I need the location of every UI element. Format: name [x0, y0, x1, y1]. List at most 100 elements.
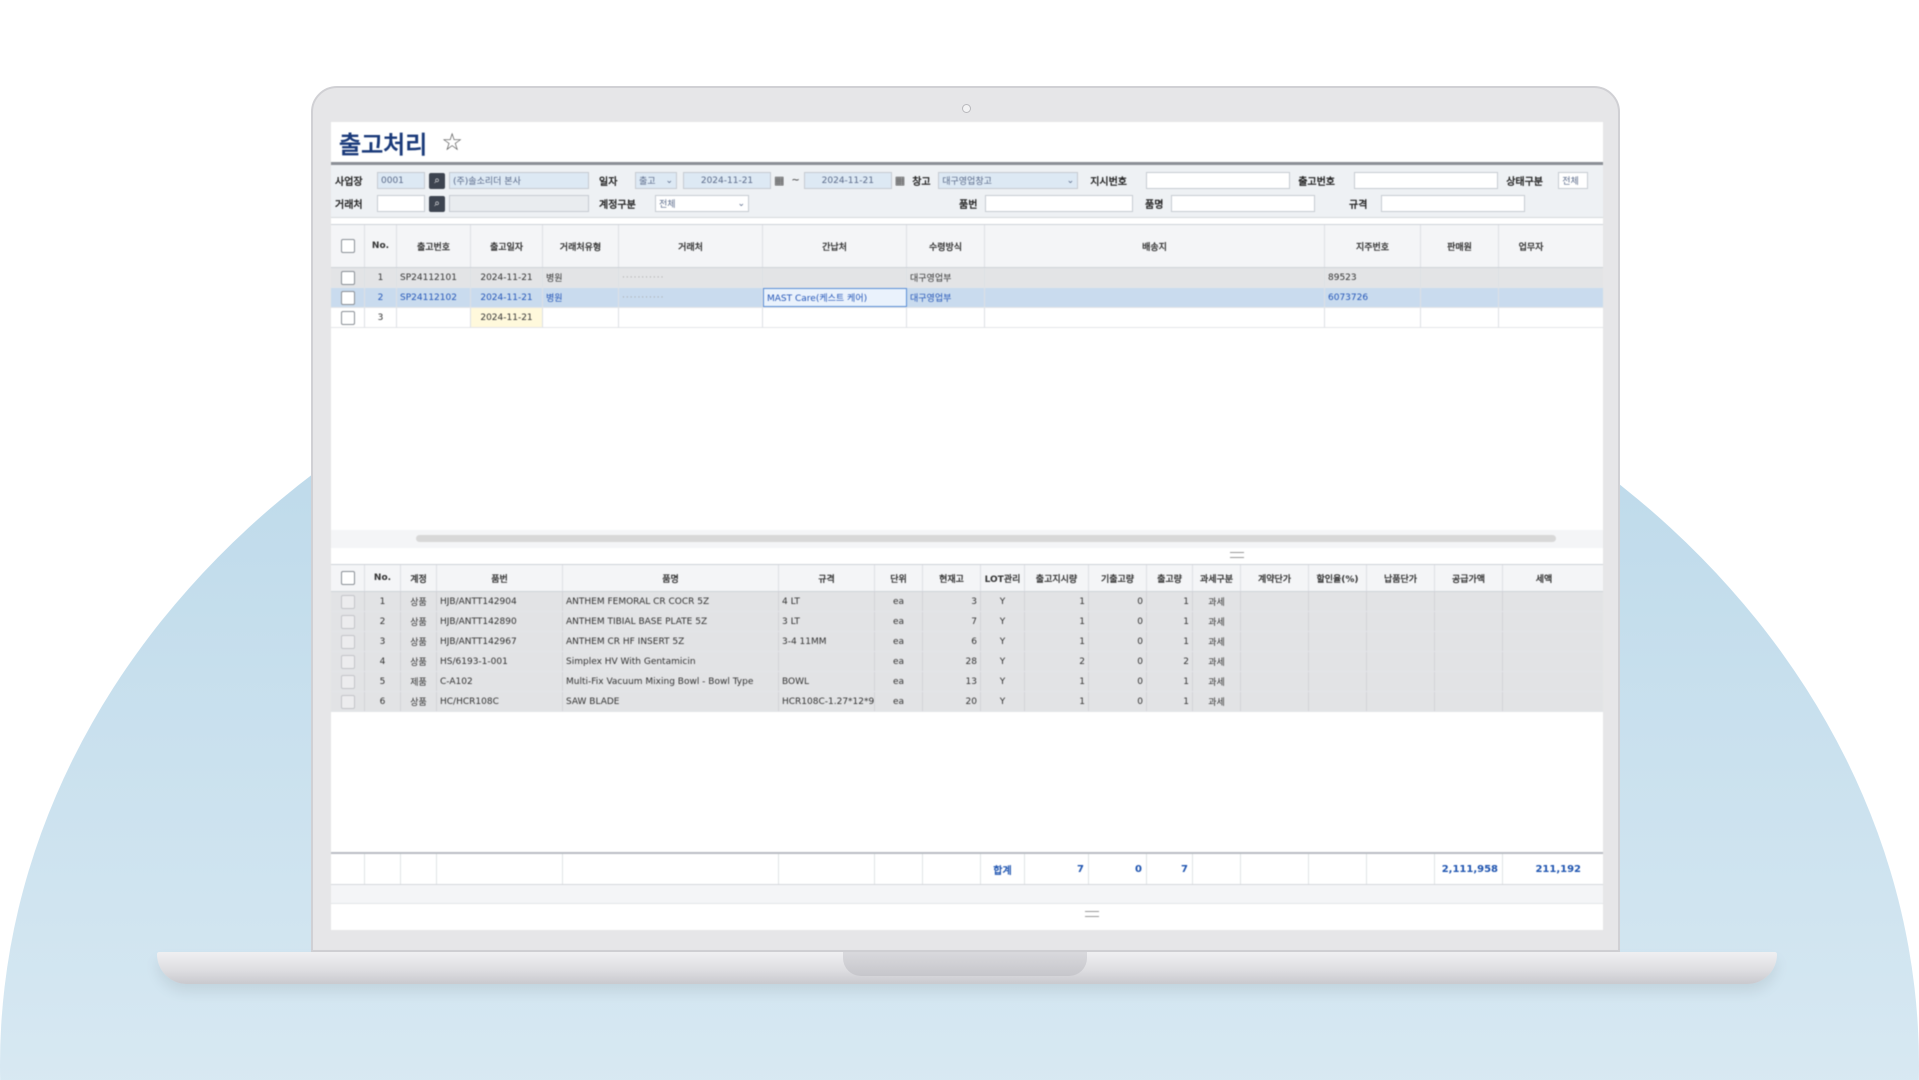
cell-worker [1499, 288, 1563, 307]
table-row[interactable]: 1 SP24112101 2024-11-21 병원 ··········· 대… [331, 268, 1603, 288]
cell-date[interactable]: 2024-11-21 [471, 308, 543, 327]
col-ordered[interactable]: 출고지시량 [1025, 565, 1089, 591]
col-seller[interactable]: 판매원 [1421, 225, 1499, 267]
row-checkbox[interactable] [331, 612, 365, 631]
table-row[interactable]: 4 상품 HS/6193-1-001 Simplex HV With Gentamic… [331, 652, 1603, 672]
table-row[interactable]: 2 상품 HJB/ANTT142890 ANTHEM TIBIAL BASE PLAT… [331, 612, 1603, 632]
status-select[interactable]: 전체 [1558, 172, 1589, 189]
row-checkbox[interactable] [331, 288, 365, 307]
col-spec[interactable]: 규격 [779, 565, 875, 591]
checkbox[interactable] [340, 594, 355, 609]
site-code-input[interactable]: 0001 [377, 172, 425, 189]
checkbox[interactable] [340, 654, 355, 669]
col-unit[interactable]: 단위 [875, 565, 923, 591]
col-qty[interactable]: 출고량 [1147, 565, 1193, 591]
col-item-name[interactable]: 품명 [563, 565, 779, 591]
col-contract-price[interactable]: 계약단가 [1241, 565, 1309, 591]
item-no-input[interactable] [985, 195, 1133, 212]
calendar-icon[interactable]: ▦ [774, 174, 784, 187]
checkbox[interactable] [340, 674, 355, 689]
checkbox[interactable] [340, 694, 355, 709]
date-to-input[interactable]: 2024-11-21 [803, 172, 892, 189]
row-checkbox[interactable] [331, 308, 365, 327]
col-address[interactable]: 배송지 [985, 225, 1325, 267]
date-from-input[interactable]: 2024-11-21 [683, 172, 771, 189]
client-name-input[interactable] [449, 195, 589, 212]
cell-account: 상품 [401, 632, 437, 651]
footer-tax: 211,192 [1535, 863, 1581, 875]
checkbox[interactable] [340, 614, 355, 629]
col-item-no[interactable]: 품번 [437, 565, 563, 591]
checkbox[interactable] [340, 270, 355, 285]
col-supply-amount[interactable]: 공급가액 [1435, 565, 1503, 591]
checkbox[interactable] [340, 571, 355, 585]
col-delivery-price[interactable]: 납품단가 [1367, 565, 1435, 591]
date-type-select[interactable]: 출고 ⌄ [635, 172, 677, 189]
resize-grip-icon[interactable] [1230, 552, 1244, 558]
calendar-icon[interactable]: ▦ [895, 174, 905, 187]
cell-shipped: 0 [1089, 632, 1147, 651]
col-shipped[interactable]: 기출고량 [1089, 565, 1147, 591]
col-tax-type[interactable]: 과세구분 [1193, 565, 1241, 591]
table-row[interactable]: 3 2024-11-21 [331, 308, 1603, 328]
checkbox[interactable] [340, 239, 355, 253]
col-account[interactable]: 계정 [401, 565, 437, 591]
col-ref[interactable]: 지주번호 [1325, 225, 1421, 267]
cell-discount [1309, 632, 1367, 651]
col-stock[interactable]: 현재고 [923, 565, 981, 591]
instruction-no-input[interactable] [1146, 172, 1291, 189]
cell-tax-type: 과세 [1193, 592, 1241, 611]
col-lot[interactable]: LOT관리 [981, 565, 1025, 591]
cell-unit: ea [875, 612, 923, 631]
col-no[interactable]: No. [365, 565, 401, 591]
row-checkbox[interactable] [331, 652, 365, 671]
header-checkbox[interactable] [331, 565, 365, 591]
table-row[interactable]: 3 상품 HJB/ANTT142967 ANTHEM CR HF INSERT 5Z 3… [331, 632, 1603, 652]
table-row[interactable]: 1 상품 HJB/ANTT142904 ANTHEM FEMORAL CR COCR … [331, 592, 1603, 612]
horizontal-scrollbar[interactable] [416, 535, 1556, 542]
table-row[interactable]: 6 상품 HC/HCR108C SAW BLADE HCR108C-1.27*12*90… [331, 692, 1603, 712]
col-no[interactable]: No. [365, 225, 397, 267]
checkbox[interactable] [340, 310, 355, 325]
site-label: 사업장 [335, 177, 363, 188]
cell-contract-price [1241, 672, 1309, 691]
col-agent[interactable]: 간납처 [763, 225, 907, 267]
cell-item-no: HS/6193-1-001 [437, 652, 563, 671]
checkbox[interactable] [340, 290, 355, 305]
header-checkbox[interactable] [331, 225, 365, 267]
table-row[interactable]: 5 제품 C-A102 Multi-Fix Vacuum Mixing Bowl - … [331, 672, 1603, 692]
row-checkbox[interactable] [331, 632, 365, 651]
row-checkbox[interactable] [331, 268, 365, 287]
col-tax-amount[interactable]: 세액 [1503, 565, 1585, 591]
checkbox[interactable] [340, 634, 355, 649]
cell-spec: 3 LT [779, 612, 875, 631]
cell-supply-amount [1435, 632, 1503, 651]
row-checkbox[interactable] [331, 672, 365, 691]
spec-input[interactable] [1381, 195, 1525, 212]
col-client[interactable]: 거래처 [619, 225, 763, 267]
client-code-input[interactable] [377, 195, 425, 212]
account-value: 전체 [659, 200, 676, 210]
row-checkbox[interactable] [331, 592, 365, 611]
resize-grip-icon[interactable] [1085, 911, 1099, 917]
star-icon[interactable]: ☆ [441, 128, 463, 156]
search-icon[interactable]: ⌕ [429, 195, 445, 212]
warehouse-select[interactable]: 대구영업창고 ⌄ [938, 172, 1079, 189]
col-client-type[interactable]: 거래처유형 [543, 225, 619, 267]
row-checkbox[interactable] [331, 692, 365, 711]
col-worker[interactable]: 업무자 [1499, 225, 1563, 267]
cell-agent[interactable]: MAST Care(케스트 케어) [763, 288, 907, 307]
ship-no-input[interactable] [1354, 172, 1499, 189]
col-ship-no[interactable]: 출고번호 [397, 225, 471, 267]
chevron-down-icon: ⌄ [665, 175, 673, 186]
col-method[interactable]: 수령방식 [907, 225, 985, 267]
item-name-input[interactable] [1171, 195, 1315, 212]
cell-tax-amount [1503, 612, 1585, 631]
search-icon[interactable]: ⌕ [429, 172, 445, 189]
cell-account: 상품 [401, 652, 437, 671]
col-discount[interactable]: 할인율(%) [1309, 565, 1367, 591]
site-name-input[interactable]: (주)솔소리더 본사 [449, 172, 589, 189]
col-date[interactable]: 출고일자 [471, 225, 543, 267]
account-select[interactable]: 전체 ⌄ [655, 195, 749, 212]
table-row[interactable]: 2 SP24112102 2024-11-21 병원 ··········· M… [331, 288, 1603, 308]
